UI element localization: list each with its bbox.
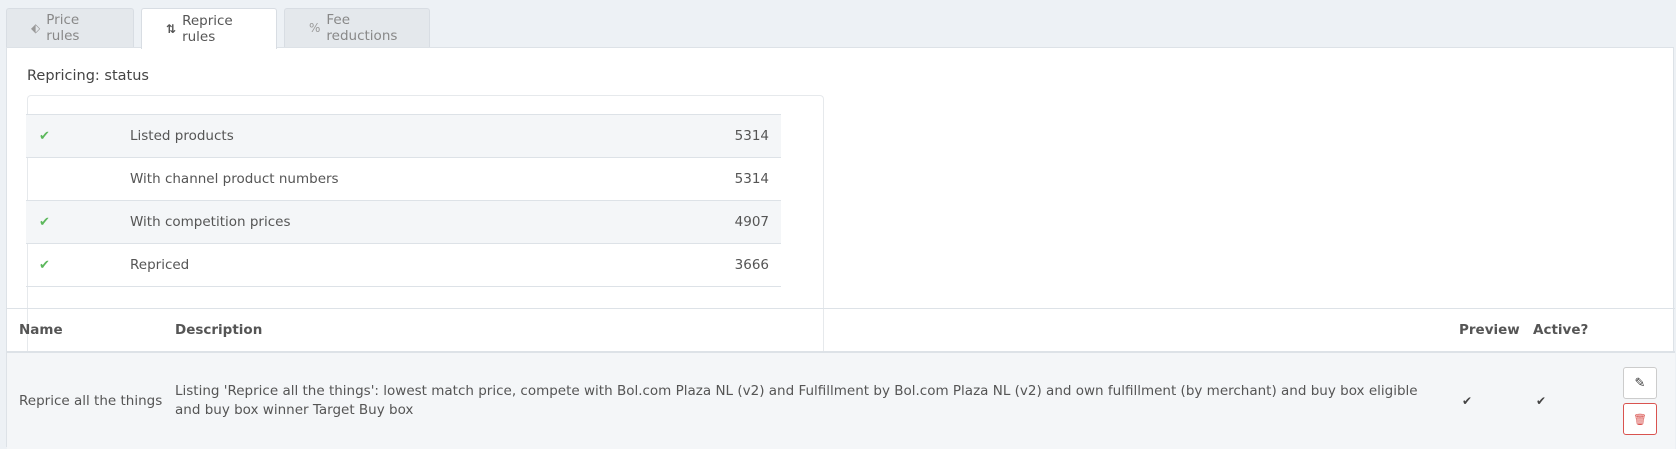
- delete-button[interactable]: 🗑: [1623, 403, 1657, 435]
- table-row: Reprice all the things Listing 'Reprice …: [7, 353, 1675, 449]
- status-table: ✔ Listed products 5314 With channel prod…: [26, 114, 781, 287]
- status-count: 5314: [734, 171, 769, 187]
- header-name: Name: [19, 322, 63, 338]
- percent-icon: %: [309, 21, 321, 35]
- sort-icon: ⇅: [166, 22, 177, 36]
- status-count: 5314: [734, 128, 769, 144]
- status-row: ✔ With competition prices 4907: [26, 201, 781, 244]
- status-label: With channel product numbers: [130, 171, 339, 187]
- row-actions: ✎ 🗑: [1623, 367, 1675, 435]
- reprice-rules-table: Name Description Preview Active? Reprice…: [7, 308, 1675, 449]
- pencil-icon: ✎: [1634, 375, 1646, 391]
- status-label: Listed products: [130, 128, 234, 144]
- header-preview: Preview: [1459, 322, 1520, 338]
- active-check-icon: ✔: [1536, 394, 1547, 408]
- status-count: 4907: [734, 214, 769, 230]
- reprice-panel: Repricing: status ✔ Listed products 5314…: [6, 47, 1675, 449]
- tab-price-rules[interactable]: ⬖ Price rules: [6, 8, 134, 47]
- tab-label: Fee reductions: [326, 12, 398, 44]
- tab-label: Price rules: [46, 12, 80, 44]
- tab-bar: ⬖ Price rules ⇅ Reprice rules % Fee redu…: [6, 8, 430, 49]
- status-label: Repriced: [130, 257, 190, 273]
- check-icon: ✔: [39, 214, 50, 230]
- table-header: Name Description Preview Active?: [7, 309, 1675, 353]
- status-row: ✔ Repriced 3666: [26, 244, 781, 287]
- header-description: Description: [175, 322, 263, 338]
- trash-icon: 🗑: [1633, 412, 1647, 426]
- edit-button[interactable]: ✎: [1623, 367, 1657, 399]
- status-title: Repricing: status: [27, 68, 149, 84]
- check-icon: ✔: [39, 257, 50, 273]
- status-row: With channel product numbers 5314: [26, 158, 781, 201]
- header-active: Active?: [1533, 322, 1589, 338]
- tab-fee-reductions[interactable]: % Fee reductions: [284, 8, 430, 47]
- tab-reprice-rules[interactable]: ⇅ Reprice rules: [141, 8, 277, 49]
- preview-check-icon: ✔: [1462, 394, 1473, 408]
- tag-icon: ⬖: [31, 21, 41, 35]
- status-row: ✔ Listed products 5314: [26, 115, 781, 158]
- rule-description: Listing 'Reprice all the things': lowest…: [175, 383, 1418, 418]
- check-icon: ✔: [39, 128, 50, 144]
- status-label: With competition prices: [130, 214, 291, 230]
- tab-label: Reprice rules: [182, 13, 233, 45]
- rule-name: Reprice all the things: [19, 393, 163, 409]
- status-count: 3666: [734, 257, 769, 273]
